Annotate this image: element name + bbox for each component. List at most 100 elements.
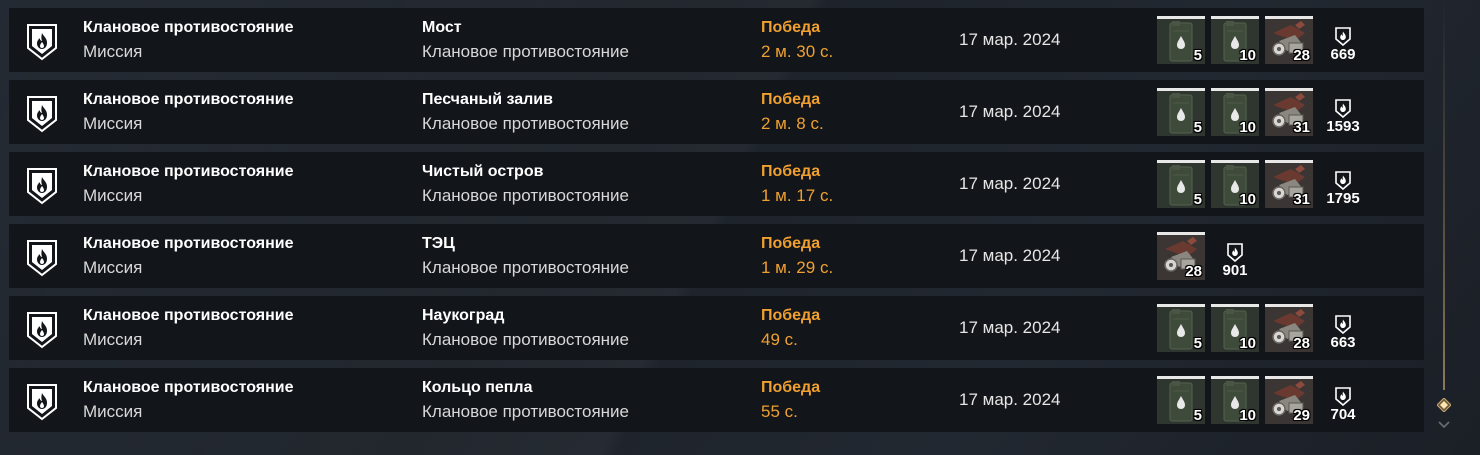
scrollbar-thumb-icon[interactable] [1437,398,1451,412]
map-name: Песчаный залив [422,91,553,108]
clan-points-reward[interactable]: 669 [1319,16,1367,64]
clan-points-reward[interactable]: 901 [1211,232,1259,280]
reward-quantity: 31 [1293,191,1310,208]
reward-item[interactable]: 10 [1211,376,1259,424]
map-mode: Клановое противостояние [422,330,630,349]
reward-item[interactable]: 5 [1157,88,1205,136]
clan-war-shield-icon [25,382,59,422]
battle-date: 17 мар. 2024 [959,30,1061,49]
clan-points-reward[interactable]: 1795 [1319,160,1367,208]
mission-type: Клановое противостояние Миссия [83,306,294,351]
clan-points-icon [1227,243,1243,262]
reward-item[interactable]: 10 [1211,160,1259,208]
clan-war-shield-icon [25,94,59,134]
rewards-list: 5 10 31 1593 [1157,88,1367,138]
map-mode: Клановое противостояние [422,114,630,133]
battle-row[interactable]: Клановое противостояние Миссия Кольцо пе… [9,368,1424,432]
mode-subtitle: Миссия [83,402,143,421]
map-mode: Клановое противостояние [422,42,630,61]
map-name: Мост [422,19,462,36]
battle-row[interactable]: Клановое противостояние Миссия Наукоград… [9,296,1424,360]
map-name: Кольцо пепла [422,379,533,396]
reward-quantity: 5 [1193,119,1202,136]
map-info: Чистый остров Клановое противостояние [422,162,629,207]
mode-title: Клановое противостояние [83,19,294,36]
mission-type: Клановое противостояние Миссия [83,18,294,63]
map-name: Наукоград [422,307,505,324]
battle-date: 17 мар. 2024 [959,390,1061,409]
clan-points-amount: 901 [1222,262,1248,279]
reward-item[interactable]: 10 [1211,88,1259,136]
battle-row[interactable]: Клановое противостояние Миссия Мост Клан… [9,8,1424,72]
reward-quantity: 5 [1193,335,1202,352]
map-name: Чистый остров [422,163,544,180]
battle-result: Победа 1 м. 17 с. [761,162,833,207]
clan-points-icon [1335,27,1351,46]
battle-history-list: Клановое противостояние Миссия Мост Клан… [9,8,1424,440]
reward-item[interactable]: 5 [1157,376,1205,424]
result-label: Победа [761,163,821,180]
reward-item[interactable]: 10 [1211,16,1259,64]
reward-item[interactable]: 28 [1265,304,1313,352]
reward-item[interactable]: 5 [1157,304,1205,352]
rewards-list: 5 10 29 704 [1157,376,1367,426]
reward-item[interactable]: 31 [1265,88,1313,136]
reward-item[interactable]: 29 [1265,376,1313,424]
map-info: Кольцо пепла Клановое противостояние [422,378,629,423]
clan-points-reward[interactable]: 663 [1319,304,1367,352]
clan-points-amount: 1795 [1326,190,1360,207]
reward-item[interactable]: 28 [1265,16,1313,64]
battle-result: Победа 2 м. 8 с. [761,90,824,135]
map-name: ТЭЦ [422,235,455,252]
mode-subtitle: Миссия [83,330,143,349]
clan-points-amount: 704 [1330,406,1356,423]
map-info: ТЭЦ Клановое противостояние [422,234,629,279]
reward-quantity: 10 [1239,407,1256,424]
clan-points-amount: 1593 [1326,118,1360,135]
reward-quantity: 10 [1239,119,1256,136]
scrollbar-track[interactable] [1443,0,1445,390]
reward-item[interactable]: 10 [1211,304,1259,352]
reward-quantity: 10 [1239,335,1256,352]
clan-points-reward[interactable]: 1593 [1319,88,1367,136]
battle-duration: 2 м. 8 с. [761,114,824,133]
rewards-list: 5 10 28 669 [1157,16,1367,66]
battle-duration: 1 м. 29 с. [761,258,834,277]
reward-quantity: 29 [1293,407,1310,424]
battle-row[interactable]: Клановое противостояние Миссия ТЭЦ Клано… [9,224,1424,288]
mode-title: Клановое противостояние [83,235,294,252]
clan-war-shield-icon [25,22,59,62]
clan-points-icon [1335,315,1351,334]
mode-title: Клановое противостояние [83,163,294,180]
scroll-down-chevron-icon[interactable] [1437,420,1451,430]
mode-subtitle: Миссия [83,186,143,205]
reward-quantity: 5 [1193,47,1202,64]
battle-row[interactable]: Клановое противостояние Миссия Чистый ос… [9,152,1424,216]
battle-duration: 49 с. [761,330,798,349]
clan-war-shield-icon [25,166,59,206]
result-label: Победа [761,19,821,36]
clan-points-amount: 663 [1330,334,1356,351]
reward-item[interactable]: 28 [1157,232,1205,280]
reward-quantity: 5 [1193,191,1202,208]
reward-quantity: 28 [1185,263,1202,280]
mission-type: Клановое противостояние Миссия [83,162,294,207]
reward-quantity: 28 [1293,335,1310,352]
map-info: Мост Клановое противостояние [422,18,629,63]
reward-quantity: 10 [1239,191,1256,208]
battle-duration: 2 м. 30 с. [761,42,834,61]
clan-points-icon [1335,99,1351,118]
map-mode: Клановое противостояние [422,258,630,277]
reward-quantity: 28 [1293,47,1310,64]
mission-type: Клановое противостояние Миссия [83,90,294,135]
battle-duration: 1 м. 17 с. [761,186,834,205]
battle-row[interactable]: Клановое противостояние Миссия Песчаный … [9,80,1424,144]
reward-item[interactable]: 5 [1157,16,1205,64]
reward-item[interactable]: 31 [1265,160,1313,208]
result-label: Победа [761,379,821,396]
reward-item[interactable]: 5 [1157,160,1205,208]
map-info: Песчаный залив Клановое противостояние [422,90,629,135]
result-label: Победа [761,91,821,108]
clan-points-reward[interactable]: 704 [1319,376,1367,424]
clan-points-amount: 669 [1330,46,1356,63]
